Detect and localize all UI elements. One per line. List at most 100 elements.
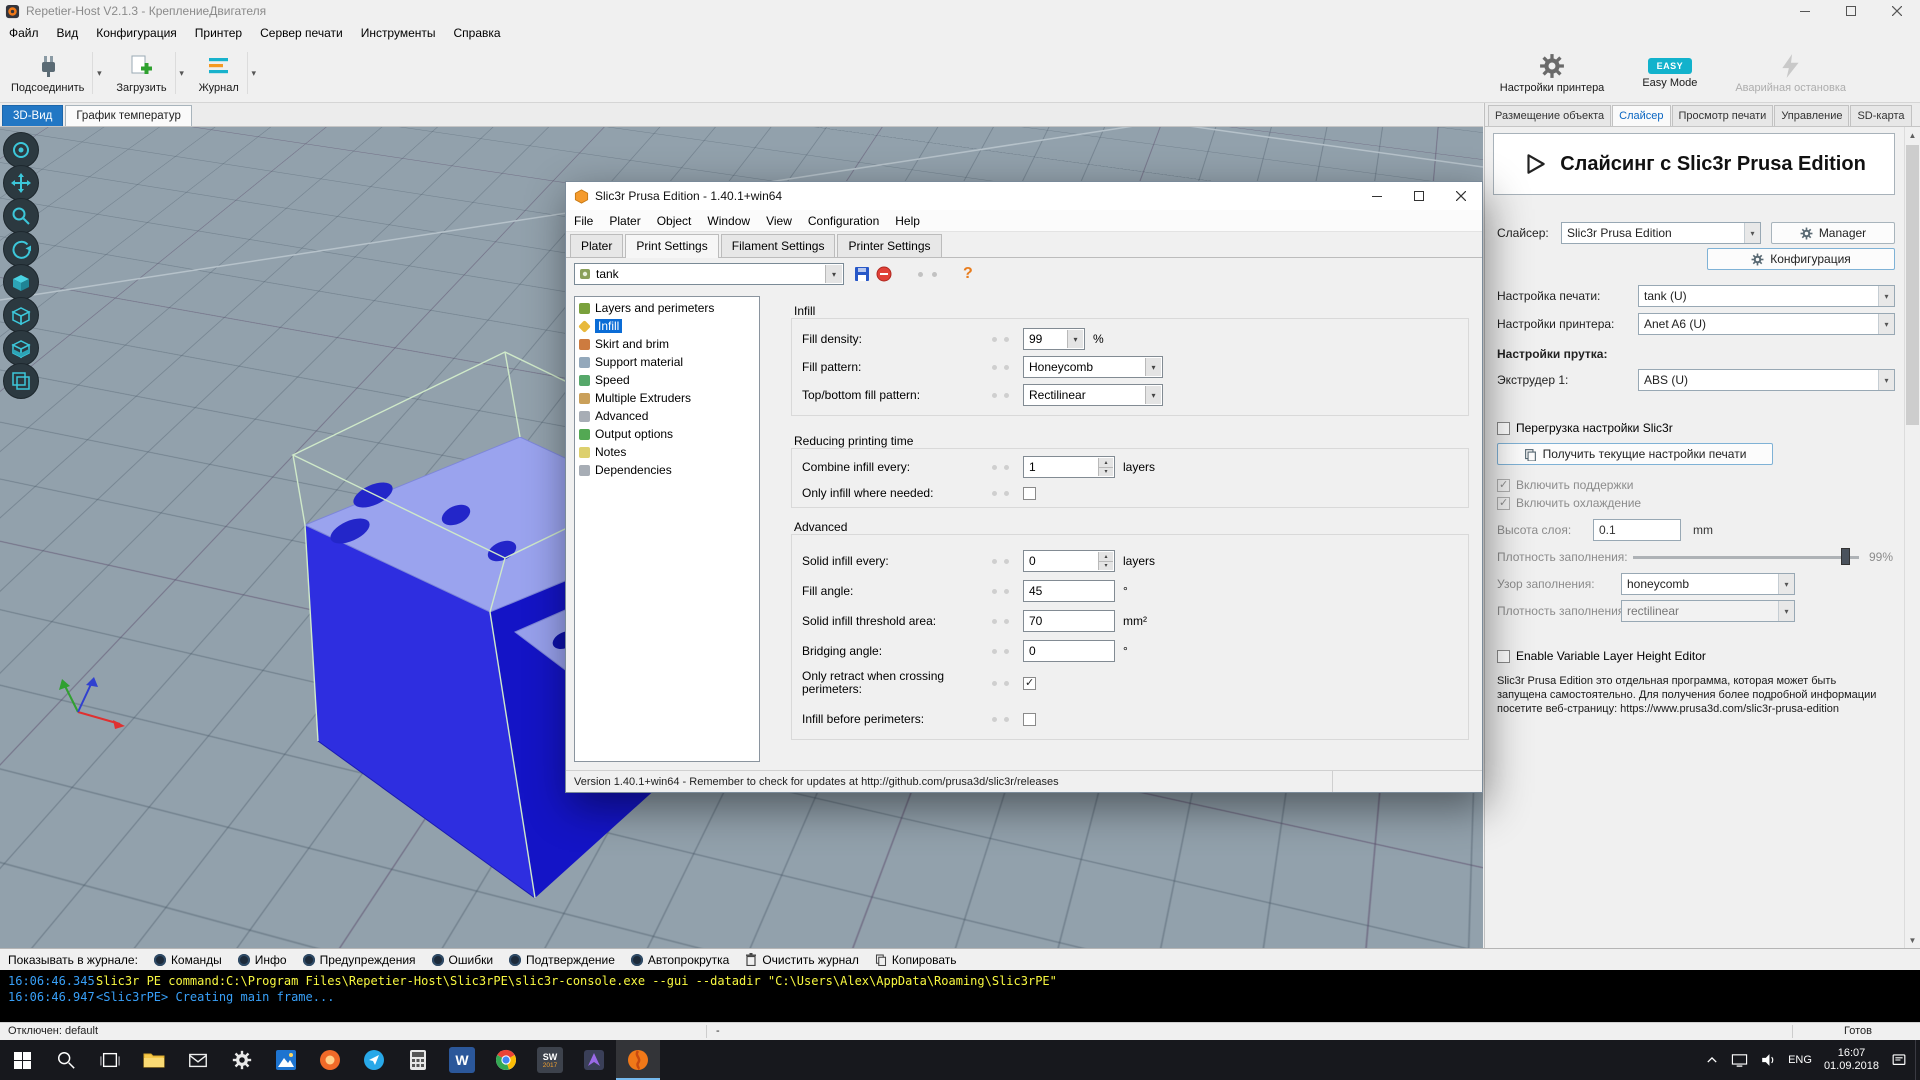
settings-category-list[interactable]: Layers and perimeters Infill Skirt and b… <box>574 296 760 762</box>
menu-item[interactable]: Plater <box>601 210 648 232</box>
spinner-arrows[interactable]: ▴▾ <box>1098 458 1113 476</box>
save-preset-button[interactable] <box>854 266 870 282</box>
show-desktop-button[interactable] <box>1915 1040 1920 1080</box>
dark-app-button[interactable] <box>572 1040 616 1080</box>
repetier-app-button[interactable] <box>616 1040 660 1080</box>
slic3r-titlebar[interactable]: Slic3r Prusa Edition - 1.40.1+win64 <box>566 182 1482 210</box>
fetch-settings-button[interactable]: Получить текущие настройки печати <box>1497 443 1773 465</box>
solid-infill-spinner[interactable]: 0▴▾ <box>1023 550 1115 572</box>
tab-3d-view[interactable]: 3D-Вид <box>2 105 63 126</box>
category-extruders[interactable]: Multiple Extruders <box>575 389 759 407</box>
category-support[interactable]: Support material <box>575 353 759 371</box>
task-view-button[interactable] <box>88 1040 132 1080</box>
tab-print-preview[interactable]: Просмотр печати <box>1672 105 1774 126</box>
log-filter-toggle[interactable]: Предупреждения <box>303 953 416 967</box>
help-button[interactable]: ? <box>963 265 973 283</box>
copy-log-button[interactable]: Копировать <box>875 953 957 967</box>
tab-slicer[interactable]: Слайсер <box>1612 105 1670 126</box>
log-filter-toggle[interactable]: Подтверждение <box>509 953 615 967</box>
log-filter-toggle[interactable]: Команды <box>154 953 222 967</box>
fill-density-slider[interactable] <box>1633 546 1859 568</box>
menu-item[interactable]: View <box>758 210 800 232</box>
mail-button[interactable] <box>176 1040 220 1080</box>
layer-height-input[interactable]: 0.1 <box>1593 519 1681 541</box>
tab-temperature-graph[interactable]: График температур <box>65 105 192 126</box>
menu-item[interactable]: Справка <box>445 22 510 44</box>
word-app-button[interactable]: W <box>440 1040 484 1080</box>
menu-item[interactable]: Сервер печати <box>251 22 352 44</box>
close-button[interactable] <box>1440 182 1482 210</box>
nav-layers-button[interactable] <box>3 363 39 399</box>
nav-cube-slice-button[interactable] <box>3 330 39 366</box>
menu-item[interactable]: Инструменты <box>352 22 445 44</box>
menu-item[interactable]: File <box>566 210 601 232</box>
tab-manual-control[interactable]: Управление <box>1774 105 1849 126</box>
language-indicator[interactable]: ENG <box>1788 1054 1812 1066</box>
nav-cube-outline-button[interactable] <box>3 297 39 333</box>
tab-print-settings[interactable]: Print Settings <box>625 234 718 258</box>
slider-handle[interactable] <box>1841 548 1850 565</box>
display-tray-icon[interactable] <box>1731 1053 1748 1068</box>
tab-filament-settings[interactable]: Filament Settings <box>721 234 836 257</box>
photos-app-button[interactable] <box>264 1040 308 1080</box>
connect-dropdown-arrow[interactable]: ▾ <box>92 52 105 94</box>
panel-scrollbar[interactable]: ▲ ▼ <box>1904 127 1920 948</box>
category-output[interactable]: Output options <box>575 425 759 443</box>
solid-threshold-input[interactable]: 70 <box>1023 610 1115 632</box>
menu-item[interactable]: Принтер <box>186 22 251 44</box>
menu-item[interactable]: Help <box>887 210 928 232</box>
bridging-angle-input[interactable]: 0 <box>1023 640 1115 662</box>
menu-item[interactable]: Configuration <box>800 210 887 232</box>
log-filter-toggle[interactable]: Инфо <box>238 953 287 967</box>
scroll-down-arrow[interactable]: ▼ <box>1905 932 1920 948</box>
calculator-app-button[interactable] <box>396 1040 440 1080</box>
preset-select[interactable]: tank ▾ <box>574 263 844 285</box>
retract-crossing-checkbox[interactable] <box>1023 677 1036 690</box>
enable-support-checkbox[interactable]: Включить поддержки <box>1497 477 1633 493</box>
scrollbar-thumb[interactable] <box>1906 145 1919 425</box>
start-button[interactable] <box>0 1040 44 1080</box>
category-notes[interactable]: Notes <box>575 443 759 461</box>
tray-expand-button[interactable] <box>1705 1053 1719 1067</box>
override-slic3r-checkbox[interactable]: Перегрузка настройки Slic3r <box>1497 420 1673 436</box>
log-filter-toggle[interactable]: Автопрокрутка <box>631 953 729 967</box>
category-layers[interactable]: Layers and perimeters <box>575 299 759 317</box>
nav-rotate-button[interactable] <box>3 231 39 267</box>
nav-cube-solid-button[interactable] <box>3 264 39 300</box>
log-dropdown-arrow[interactable]: ▾ <box>247 52 260 94</box>
category-infill[interactable]: Infill <box>575 317 759 335</box>
easy-mode-button[interactable]: EASY Easy Mode <box>1638 44 1701 102</box>
manager-button[interactable]: Manager <box>1771 222 1895 244</box>
menu-item[interactable]: Файл <box>0 22 48 44</box>
checkbox[interactable] <box>1497 479 1510 492</box>
menu-item[interactable]: Object <box>649 210 700 232</box>
app-titlebar[interactable]: Repetier-Host V2.1.3 - КреплениеДвигател… <box>0 0 1920 22</box>
emergency-stop-button[interactable]: Аварийная остановка <box>1731 44 1850 102</box>
category-dependencies[interactable]: Dependencies <box>575 461 759 479</box>
connect-button[interactable]: Подсоединить ▾ <box>3 44 105 102</box>
printer-config-select[interactable]: Anet A6 (U)▾ <box>1638 313 1895 335</box>
load-dropdown-arrow[interactable]: ▾ <box>175 52 188 94</box>
fill-density-combo[interactable]: 99▾ <box>1023 328 1085 350</box>
log-filter-toggle[interactable]: Ошибки <box>432 953 494 967</box>
print-config-select[interactable]: tank (U)▾ <box>1638 285 1895 307</box>
menu-item[interactable]: Конфигурация <box>87 22 186 44</box>
load-button[interactable]: Загрузить ▾ <box>108 44 187 102</box>
checkbox[interactable] <box>1497 497 1510 510</box>
solid-pattern-select[interactable]: rectilinear▾ <box>1621 600 1795 622</box>
spinner-arrows[interactable]: ▴▾ <box>1098 552 1113 570</box>
menu-item[interactable]: Window <box>699 210 758 232</box>
slider-track[interactable] <box>1633 556 1859 559</box>
only-infill-checkbox[interactable] <box>1023 487 1036 500</box>
maximize-button[interactable] <box>1828 0 1874 22</box>
nav-zoom-button[interactable] <box>3 198 39 234</box>
chrome-app-button[interactable] <box>484 1040 528 1080</box>
clock[interactable]: 16:07 01.09.2018 <box>1824 1047 1879 1073</box>
category-speed[interactable]: Speed <box>575 371 759 389</box>
tab-object-placement[interactable]: Размещение объекта <box>1488 105 1611 126</box>
menu-item[interactable]: Вид <box>48 22 88 44</box>
volume-tray-icon[interactable] <box>1760 1052 1776 1068</box>
slice-header-button[interactable]: Слайсинг с Slic3r Prusa Edition <box>1493 133 1895 195</box>
category-skirt[interactable]: Skirt and brim <box>575 335 759 353</box>
configuration-button[interactable]: Конфигурация <box>1707 248 1895 270</box>
